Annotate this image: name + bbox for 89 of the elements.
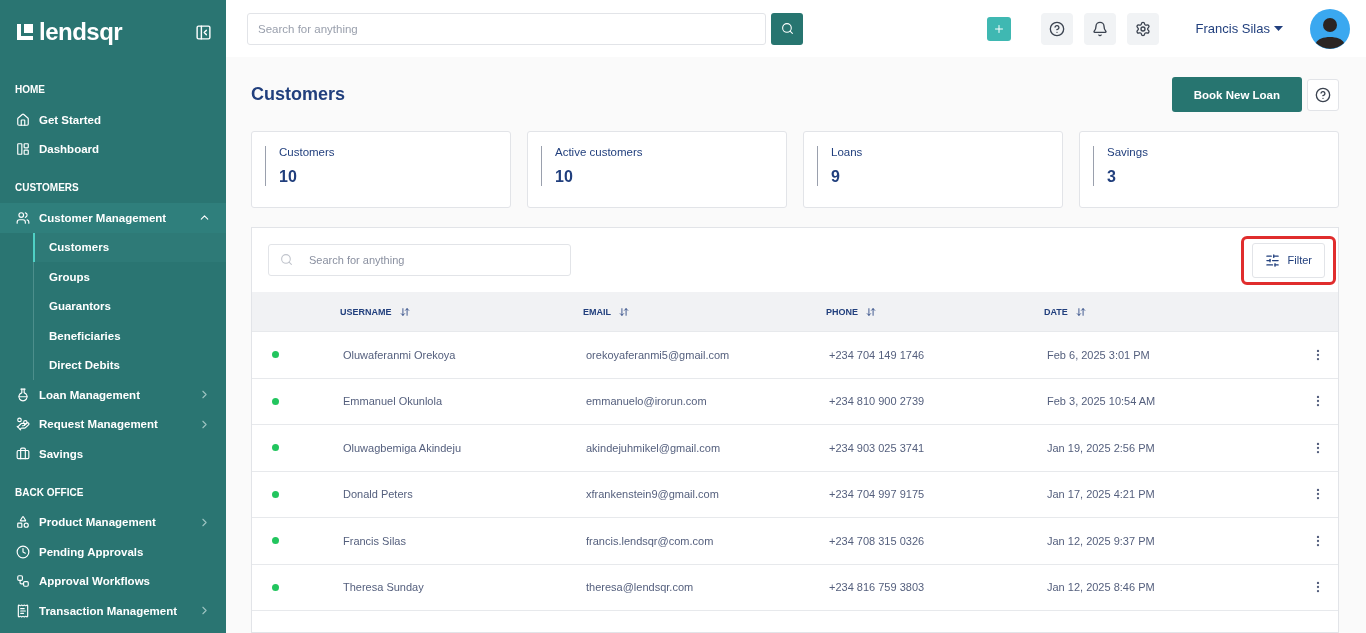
sort-icon[interactable] bbox=[399, 306, 410, 317]
stat-label: Active customers bbox=[555, 146, 644, 158]
shapes-icon bbox=[16, 515, 30, 530]
search-icon bbox=[780, 22, 794, 35]
help-icon bbox=[1048, 20, 1065, 37]
table-cell-text: emmanuelo@irorun.com bbox=[585, 395, 708, 408]
sidebar-item[interactable]: Transaction Management bbox=[0, 596, 226, 626]
section-title: CUSTOMERS bbox=[14, 182, 80, 193]
table-cell-text: +234 903 025 3741 bbox=[828, 441, 926, 454]
column-header[interactable]: DATE bbox=[1044, 306, 1068, 317]
column-header[interactable]: PHONE bbox=[826, 306, 858, 317]
stat-label: Loans bbox=[831, 146, 864, 158]
section-title: BACK OFFICE bbox=[14, 486, 85, 498]
table-cell-text: xfrankenstein9@gmail.com bbox=[585, 488, 720, 501]
book-new-loan-button[interactable]: Book New Loan bbox=[1171, 77, 1302, 112]
sidebar-item[interactable]: Loan Management bbox=[0, 380, 226, 410]
table-cell-text: theresa@lendsqr.com bbox=[585, 581, 695, 594]
user-menu[interactable]: Francis Silas bbox=[1189, 20, 1289, 37]
sidebar-item[interactable]: Customer Management bbox=[0, 203, 226, 233]
stat-value: 9 bbox=[831, 168, 841, 186]
sidebar-subitem[interactable]: Groups bbox=[33, 262, 226, 292]
notifications-button[interactable] bbox=[1083, 12, 1116, 45]
stat-value: 10 bbox=[555, 168, 574, 186]
sidebar-subitem[interactable]: Beneficiaries bbox=[33, 321, 226, 351]
sidebar-item[interactable]: Savings bbox=[0, 439, 226, 469]
stat-value: 3 bbox=[1107, 168, 1117, 186]
receipt-icon bbox=[16, 603, 30, 618]
logo-icon bbox=[15, 22, 35, 42]
filter-button[interactable]: Filter bbox=[1251, 242, 1325, 278]
bell-icon bbox=[1091, 20, 1108, 37]
collapse-sidebar-icon[interactable] bbox=[195, 23, 212, 41]
table-cell-text: +234 708 315 0326 bbox=[828, 534, 926, 547]
sort-icon[interactable] bbox=[1075, 306, 1086, 317]
dashboard-icon bbox=[16, 142, 30, 157]
table-cell-text: Feb 3, 2025 10:54 AM bbox=[1046, 395, 1157, 408]
table-cell-text: Jan 12, 2025 8:46 PM bbox=[1046, 581, 1156, 594]
sidebar-subitem[interactable]: Direct Debits bbox=[33, 350, 226, 380]
sort-icon[interactable] bbox=[619, 306, 629, 317]
table-cell-text: Francis Silas bbox=[342, 534, 407, 547]
help-icon bbox=[1315, 86, 1331, 103]
logo[interactable]: lendsqr bbox=[15, 18, 123, 46]
help-button[interactable] bbox=[1307, 78, 1339, 111]
hand-coins-icon bbox=[16, 417, 30, 432]
table-cell-text: +234 704 149 1746 bbox=[828, 348, 926, 361]
table-cell-text: Emmanuel Okunlola bbox=[342, 395, 444, 408]
settings-icon bbox=[1134, 20, 1151, 37]
sidebar-item[interactable]: Product Management bbox=[0, 507, 226, 537]
table-cell-text: Oluwaferanmi Orekoya bbox=[342, 348, 457, 361]
home-icon bbox=[16, 112, 30, 127]
table-cell-text: Oluwagbemiga Akindeju bbox=[342, 441, 463, 454]
table-cell-text: orekoyaferanmi5@gmail.com bbox=[585, 348, 731, 361]
stat-label: Customers bbox=[279, 146, 336, 158]
table-cell-text: Jan 12, 2025 9:37 PM bbox=[1046, 534, 1156, 547]
page-title: Customers bbox=[251, 84, 346, 105]
avatar[interactable] bbox=[1310, 8, 1350, 49]
table-cell-text: Jan 17, 2025 4:21 PM bbox=[1046, 488, 1156, 501]
sidebar-subitem[interactable]: Customers bbox=[33, 232, 226, 262]
sidebar-item[interactable]: Request Management bbox=[0, 409, 226, 439]
table-search-field[interactable]: Search for anything bbox=[268, 244, 571, 276]
sidebar-item[interactable]: Approval Workflows bbox=[0, 566, 226, 596]
column-header[interactable]: EMAIL bbox=[583, 306, 611, 317]
settings-button[interactable] bbox=[1126, 12, 1159, 45]
table-cell-text: +234 816 759 3803 bbox=[828, 581, 926, 594]
table-cell-text: Theresa Sunday bbox=[342, 581, 425, 594]
caret-icon bbox=[1274, 25, 1283, 32]
sidebar-subitem[interactable]: Guarantors bbox=[33, 291, 226, 321]
table-cell-text: akindejuhmikel@gmail.com bbox=[585, 441, 722, 454]
table-cell-text: Jan 19, 2025 2:56 PM bbox=[1046, 441, 1156, 454]
search-button[interactable] bbox=[771, 12, 803, 45]
table-cell-text: +234 704 997 9175 bbox=[828, 488, 926, 501]
sidebar-item[interactable]: Dashboard bbox=[0, 134, 226, 164]
sidebar-item[interactable]: Pending Approvals bbox=[0, 537, 226, 567]
search-field[interactable]: Search for anything bbox=[247, 12, 766, 45]
sliders-icon bbox=[1264, 252, 1280, 268]
sort-icon[interactable] bbox=[866, 306, 876, 317]
users-icon bbox=[16, 210, 30, 225]
clock-icon bbox=[16, 544, 30, 559]
briefcase-icon bbox=[16, 446, 30, 461]
table-cell-text: Feb 6, 2025 3:01 PM bbox=[1046, 348, 1151, 361]
help-button[interactable] bbox=[1040, 12, 1073, 45]
table-cell-text: Donald Peters bbox=[342, 488, 414, 501]
section-title: HOME bbox=[14, 84, 46, 95]
table-cell-text: +234 810 900 2739 bbox=[828, 395, 926, 408]
stat-label: Savings bbox=[1107, 146, 1149, 158]
stat-value: 10 bbox=[279, 168, 298, 186]
table-cell-text: francis.lendsqr@com.com bbox=[585, 534, 715, 547]
sidebar-item[interactable]: Get Started bbox=[0, 105, 226, 135]
column-header[interactable]: USERNAME bbox=[340, 306, 392, 317]
workflow-icon bbox=[16, 574, 30, 589]
